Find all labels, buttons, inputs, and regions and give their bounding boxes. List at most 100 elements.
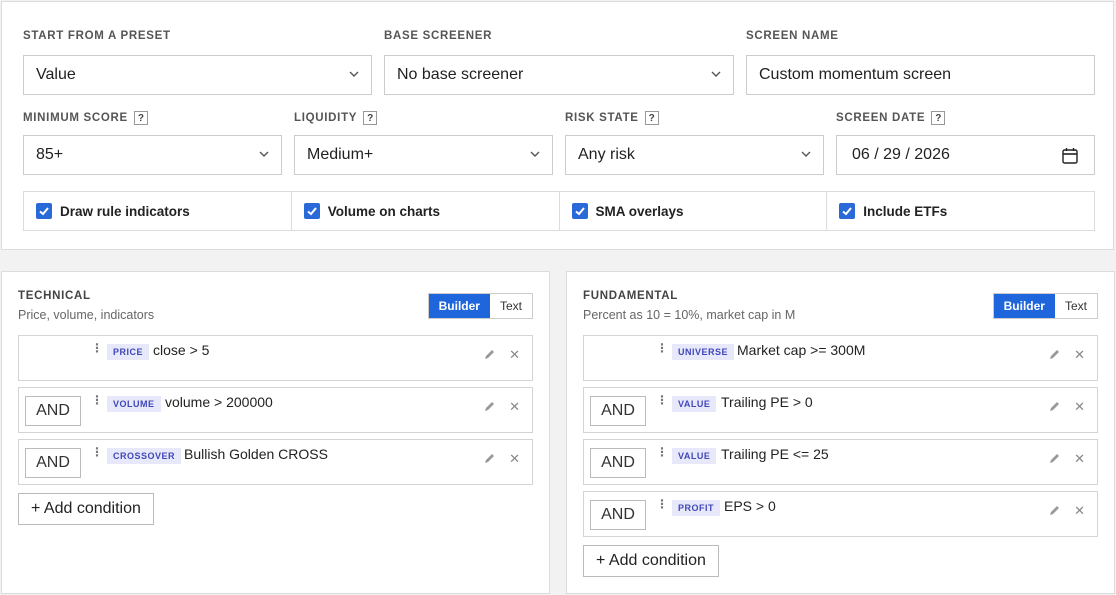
pencil-icon[interactable]	[1048, 348, 1061, 361]
builder-tab[interactable]: Builder	[993, 294, 1055, 318]
close-icon[interactable]: ✕	[1074, 451, 1085, 467]
display-options: Draw rule indicators Volume on charts SM…	[23, 191, 1095, 231]
condition-text[interactable]: close > 5	[153, 342, 209, 358]
text-tab[interactable]: Text	[490, 294, 532, 318]
condition-row: AND ⋮ PROFIT EPS > 0 ✕	[583, 491, 1098, 537]
base-screener-label: BASE SCREENER	[384, 30, 493, 42]
builder-tab[interactable]: Builder	[428, 294, 490, 318]
condition-row: AND ⋮ VALUE Trailing PE > 0 ✕	[583, 387, 1098, 433]
option-label: Draw rule indicators	[60, 203, 190, 219]
condition-text[interactable]: Trailing PE > 0	[721, 394, 813, 410]
liquidity-select[interactable]: Medium+	[294, 135, 553, 175]
pencil-icon[interactable]	[1048, 400, 1061, 413]
drag-handle-icon[interactable]: ⋮	[656, 446, 668, 458]
condition-tag: VOLUME	[107, 396, 161, 412]
close-icon[interactable]: ✕	[1074, 399, 1085, 415]
checkbox-checked-icon[interactable]	[571, 203, 588, 219]
drag-handle-icon[interactable]: ⋮	[656, 394, 668, 406]
preset-select[interactable]: Value	[23, 55, 372, 95]
risk-state-select[interactable]: Any risk	[565, 135, 824, 175]
logic-operator-button[interactable]: AND	[590, 448, 646, 478]
add-condition-button[interactable]: + Add condition	[18, 493, 154, 525]
panel-title: TECHNICAL	[18, 290, 91, 302]
pencil-icon[interactable]	[483, 348, 496, 361]
help-icon[interactable]: ?	[644, 111, 659, 125]
screen-name-label: SCREEN NAME	[746, 30, 839, 42]
chevron-down-icon	[349, 71, 359, 77]
pencil-icon[interactable]	[1048, 504, 1061, 517]
option-draw-rule-indicators[interactable]: Draw rule indicators	[24, 192, 292, 230]
checkbox-checked-icon[interactable]	[36, 203, 52, 219]
base-screener-select[interactable]: No base screener	[384, 55, 734, 95]
chevron-down-icon	[801, 151, 811, 157]
calendar-icon[interactable]	[1062, 147, 1078, 164]
risk-state-label: RISK STATE?	[565, 111, 659, 125]
condition-row: AND ⋮ VOLUME volume > 200000 ✕	[18, 387, 533, 433]
logic-operator-button[interactable]: AND	[590, 396, 646, 426]
logic-operator-button[interactable]: AND	[25, 448, 81, 478]
mode-toggle: Builder Text	[427, 293, 533, 319]
min-score-select[interactable]: 85+	[23, 135, 282, 175]
risk-state-value: Any risk	[578, 146, 635, 163]
close-icon[interactable]: ✕	[509, 399, 520, 415]
close-icon[interactable]: ✕	[1074, 503, 1085, 519]
base-screener-value: No base screener	[397, 66, 524, 83]
condition-row: ⋮ UNIVERSE Market cap >= 300M ✕	[583, 335, 1098, 381]
chevron-down-icon	[711, 71, 721, 77]
checkbox-checked-icon[interactable]	[303, 203, 320, 219]
option-include-etfs[interactable]: Include ETFs	[827, 192, 1094, 230]
screen-name-value: Custom momentum screen	[759, 66, 952, 83]
condition-text[interactable]: Market cap >= 300M	[737, 342, 865, 358]
liquidity-label: LIQUIDITY?	[294, 111, 378, 125]
panel-title: FUNDAMENTAL	[583, 290, 679, 302]
condition-text[interactable]: Trailing PE <= 25	[721, 446, 829, 462]
pencil-icon[interactable]	[483, 452, 496, 465]
condition-row: AND ⋮ VALUE Trailing PE <= 25 ✕	[583, 439, 1098, 485]
screen-date-label: SCREEN DATE?	[836, 111, 946, 125]
min-score-label: MINIMUM SCORE?	[23, 111, 148, 125]
condition-tag: PROFIT	[672, 500, 720, 516]
condition-tag: VALUE	[672, 396, 717, 412]
drag-handle-icon[interactable]: ⋮	[91, 446, 103, 458]
help-icon[interactable]: ?	[133, 111, 148, 125]
screen-date-input[interactable]: 06 / 29 / 2026	[836, 135, 1095, 175]
condition-row: ⋮ PRICE close > 5 ✕	[18, 335, 533, 381]
help-icon[interactable]: ?	[363, 111, 378, 125]
pencil-icon[interactable]	[483, 400, 496, 413]
condition-tag: UNIVERSE	[672, 344, 735, 360]
text-tab[interactable]: Text	[1055, 294, 1097, 318]
close-icon[interactable]: ✕	[509, 451, 520, 467]
option-label: SMA overlays	[595, 203, 684, 219]
drag-handle-icon[interactable]: ⋮	[91, 394, 103, 406]
option-label: Volume on charts	[327, 203, 441, 219]
close-icon[interactable]: ✕	[509, 347, 520, 363]
screen-date-value: 06 / 29 / 2026	[852, 146, 950, 163]
option-volume-on-charts[interactable]: Volume on charts	[292, 192, 560, 230]
condition-text[interactable]: volume > 200000	[165, 394, 273, 410]
condition-text[interactable]: EPS > 0	[724, 498, 776, 514]
screen-name-input[interactable]: Custom momentum screen	[746, 55, 1095, 95]
preset-value: Value	[36, 66, 76, 83]
condition-tag: CROSSOVER	[107, 448, 182, 464]
pencil-icon[interactable]	[1048, 452, 1061, 465]
liquidity-value: Medium+	[307, 146, 374, 163]
drag-handle-icon[interactable]: ⋮	[656, 498, 668, 510]
drag-handle-icon[interactable]: ⋮	[91, 342, 103, 354]
condition-tag: VALUE	[672, 448, 717, 464]
chevron-down-icon	[259, 151, 269, 157]
logic-operator-button[interactable]: AND	[25, 396, 81, 426]
checkbox-checked-icon[interactable]	[839, 203, 856, 219]
close-icon[interactable]: ✕	[1074, 347, 1085, 363]
logic-operator-button[interactable]: AND	[590, 500, 646, 530]
min-score-value: 85+	[36, 146, 64, 163]
panel-subtitle: Percent as 10 = 10%, market cap in M	[583, 308, 796, 322]
condition-tag: PRICE	[107, 344, 150, 360]
drag-handle-icon[interactable]: ⋮	[656, 342, 668, 354]
fundamental-panel: FUNDAMENTAL Percent as 10 = 10%, market …	[566, 271, 1115, 594]
condition-text[interactable]: Bullish Golden CROSS	[184, 446, 328, 462]
technical-panel: TECHNICAL Price, volume, indicators Buil…	[1, 271, 550, 594]
option-sma-overlays[interactable]: SMA overlays	[560, 192, 828, 230]
help-icon[interactable]: ?	[931, 111, 946, 125]
add-condition-button[interactable]: + Add condition	[583, 545, 719, 577]
option-label: Include ETFs	[863, 203, 948, 219]
